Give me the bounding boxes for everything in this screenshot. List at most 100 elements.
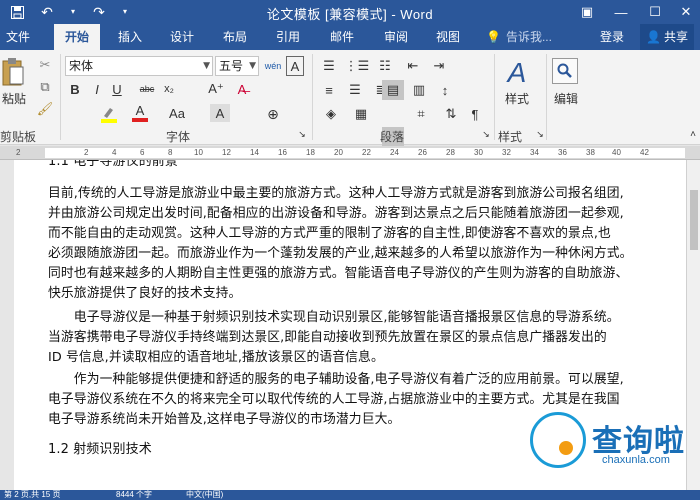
tab-home[interactable]: 开始 bbox=[54, 24, 100, 50]
editing-search-icon[interactable] bbox=[552, 58, 578, 84]
paragraph-group-label: 段落 bbox=[380, 130, 405, 144]
character-border-icon[interactable]: A bbox=[286, 56, 304, 76]
chevron-down-icon: ▼ bbox=[249, 61, 256, 71]
ribbon-display-icon[interactable]: ▣ bbox=[570, 0, 604, 24]
tab-design[interactable]: 设计 bbox=[160, 24, 204, 50]
paragraph-dialog-launcher-icon[interactable]: ↘ bbox=[480, 128, 492, 140]
maximize-icon[interactable]: ☐ bbox=[638, 0, 672, 24]
strikethrough-button[interactable]: abc bbox=[136, 80, 158, 98]
change-case-button[interactable]: Aa bbox=[164, 104, 190, 122]
ribbon: 粘贴 ✂ ⧉ 🖌 剪贴板 宋体 ▼ 五号 ▼ wén A B I U abc x… bbox=[0, 50, 700, 147]
font-color-label: A bbox=[135, 103, 145, 118]
tab-file[interactable]: 文件 bbox=[0, 24, 36, 50]
tab-review[interactable]: 审阅 bbox=[374, 24, 418, 50]
body-line: 快乐旅游提供了良好的技术支持。 bbox=[48, 286, 242, 301]
line-spacing-icon[interactable]: ↕ bbox=[434, 80, 456, 100]
minimize-icon[interactable]: — bbox=[604, 0, 638, 24]
decrease-indent-icon[interactable]: ⇤ bbox=[402, 56, 424, 76]
ruler-tick: 38 bbox=[586, 148, 595, 157]
styles-group-label: 样式 bbox=[498, 130, 523, 144]
tab-layout[interactable]: 布局 bbox=[213, 24, 257, 50]
font-color-swatch bbox=[132, 118, 148, 122]
site-watermark: 查询啦 chaxunla.com bbox=[530, 412, 698, 474]
distributed-icon[interactable]: ▥ bbox=[408, 80, 430, 100]
highlight-color-icon[interactable] bbox=[98, 104, 120, 124]
share-button[interactable]: 👤 共享 bbox=[640, 24, 694, 50]
cut-icon[interactable]: ✂ bbox=[36, 56, 54, 74]
phonetic-guide-icon[interactable]: wén bbox=[262, 55, 284, 77]
tell-me-box[interactable]: 💡 告诉我... bbox=[486, 24, 552, 50]
strikethrough-label: abc bbox=[139, 84, 155, 94]
bold-label: B bbox=[70, 81, 80, 97]
underline-button[interactable]: U bbox=[108, 80, 126, 98]
status-bar: 第 2 页,共 15 页 8444 个字 中文(中国) bbox=[0, 490, 700, 500]
font-dialog-launcher-icon[interactable]: ↘ bbox=[296, 128, 308, 140]
watermark-url: chaxunla.com bbox=[602, 454, 670, 466]
multilevel-list-icon[interactable]: ☷ bbox=[374, 56, 396, 76]
styles-button[interactable]: 样式 bbox=[500, 90, 534, 106]
body-line: 电子导游系统尚未开始普及,这样电子导游仪的市场潜力巨大。 bbox=[48, 412, 401, 427]
styles-dialog-launcher-icon[interactable]: ↘ bbox=[534, 128, 546, 140]
share-label: 共享 bbox=[663, 30, 688, 44]
styles-icon[interactable]: A bbox=[504, 56, 530, 90]
language-indicator[interactable]: 中文(中国) bbox=[186, 490, 223, 500]
copy-icon[interactable]: ⧉ bbox=[36, 78, 54, 96]
body-line: 当游客携带电子导游仪手持终端到达景区,即能自动接收到预先放置在景区的景点信息广播… bbox=[48, 330, 607, 345]
ruler-tick: 2 bbox=[84, 148, 89, 157]
separator bbox=[60, 54, 61, 140]
close-icon[interactable]: ✕ bbox=[672, 0, 700, 24]
font-color-button[interactable]: A bbox=[130, 102, 150, 124]
ruler-tick: 28 bbox=[446, 148, 455, 157]
numbering-icon[interactable]: ⋮☰ bbox=[345, 56, 370, 76]
person-icon: 👤 bbox=[646, 30, 661, 44]
grow-font-icon[interactable]: A⁺ bbox=[206, 80, 226, 98]
bullets-icon[interactable]: ☰ bbox=[318, 56, 340, 76]
show-marks-icon[interactable]: ¶ bbox=[466, 104, 484, 124]
word-count[interactable]: 8444 个字 bbox=[116, 490, 152, 500]
bold-button[interactable]: B bbox=[66, 80, 84, 98]
paste-icon[interactable] bbox=[0, 56, 26, 90]
align-center-icon[interactable]: ☰ bbox=[344, 80, 366, 100]
font-group-label: 字体 bbox=[166, 130, 191, 144]
chevron-down-icon: ▼ bbox=[203, 61, 210, 71]
italic-button[interactable]: I bbox=[88, 80, 106, 98]
chinese-layout-icon[interactable]: ⌗ bbox=[410, 104, 432, 124]
tab-mailings[interactable]: 邮件 bbox=[320, 24, 364, 50]
ruler-tick: 40 bbox=[612, 148, 621, 157]
enclose-characters-icon[interactable]: ⊕ bbox=[262, 104, 284, 124]
clear-format-icon[interactable]: A̶ bbox=[232, 80, 252, 98]
editing-button[interactable]: 编辑 bbox=[550, 90, 582, 106]
ruler-tick: 6 bbox=[140, 148, 145, 157]
justify-active-icon[interactable]: ▤ bbox=[382, 80, 404, 100]
sort-icon[interactable]: ⇅ bbox=[440, 104, 462, 124]
scrollbar-thumb[interactable] bbox=[690, 190, 698, 250]
font-name-value: 宋体 bbox=[69, 59, 94, 73]
subscript-button[interactable]: x₂ bbox=[160, 80, 178, 98]
align-left-icon[interactable]: ≡ bbox=[318, 80, 340, 100]
ruler-tick: 24 bbox=[390, 148, 399, 157]
body-line: 并由旅游公司规定出发时间,配备相应的出游设备和导游。游客到达景点之后只能随着旅游… bbox=[48, 206, 624, 221]
page-count[interactable]: 第 2 页,共 15 页 bbox=[4, 490, 60, 500]
window-controls: ▣ — ☐ ✕ bbox=[570, 0, 700, 24]
login-button[interactable]: 登录 bbox=[600, 24, 624, 50]
paste-button[interactable]: 粘贴 bbox=[0, 90, 28, 106]
body-line: 电子导游仪是一种基于射频识别技术实现自动识别景区,能够智能语音播报景区信息的导游… bbox=[48, 310, 620, 325]
tab-insert[interactable]: 插入 bbox=[108, 24, 152, 50]
shading-icon[interactable]: ◈ bbox=[320, 104, 342, 124]
tab-view[interactable]: 视图 bbox=[426, 24, 470, 50]
character-shading-icon[interactable]: A bbox=[210, 104, 230, 122]
horizontal-ruler[interactable]: 2 2 4 6 8 10 12 14 16 18 20 22 24 26 28 … bbox=[0, 146, 700, 160]
borders-icon[interactable]: ▦ bbox=[350, 104, 372, 124]
body-line: 目前,传统的人工导游是旅游业中最主要的旅游方式。这种人工导游方式就是游客到旅游公… bbox=[48, 186, 624, 201]
ruler-tick: 8 bbox=[168, 148, 173, 157]
ruler-tick: 14 bbox=[250, 148, 259, 157]
tab-references[interactable]: 引用 bbox=[266, 24, 310, 50]
font-size-dropdown[interactable]: 五号 ▼ bbox=[215, 56, 259, 76]
increase-indent-icon[interactable]: ⇥ bbox=[428, 56, 450, 76]
font-name-dropdown[interactable]: 宋体 ▼ bbox=[65, 56, 213, 76]
body-line: 而不能自由的走动观赏。这种人工导游的方式严重的限制了游客的自主性,即使游客不喜欢… bbox=[48, 226, 611, 241]
format-painter-icon[interactable]: 🖌 bbox=[36, 100, 54, 118]
ruler-tick: 34 bbox=[530, 148, 539, 157]
collapse-ribbon-icon[interactable]: ˄ bbox=[688, 128, 698, 140]
body-line: 作为一种能够提供便捷和舒适的服务的电子辅助设备,电子导游仪有着广泛的应用前景。可… bbox=[48, 372, 624, 387]
